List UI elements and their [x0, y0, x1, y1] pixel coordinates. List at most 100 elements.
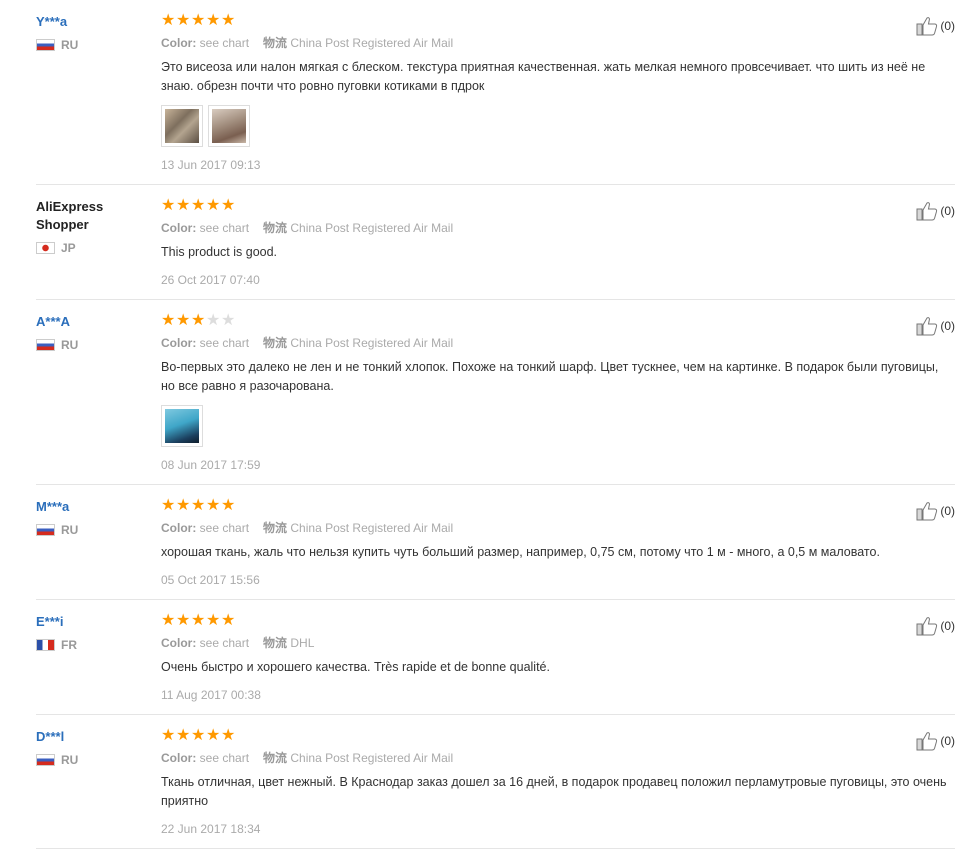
color-value: see chart	[199, 636, 250, 650]
shipping-label: 物流	[263, 221, 288, 235]
star-filled-icon: ★	[221, 612, 236, 629]
buyer-name[interactable]: A***A	[36, 313, 146, 331]
helpful-button[interactable]: (0)	[916, 16, 955, 36]
jp-flag-icon	[36, 242, 55, 254]
color-value: see chart	[199, 36, 250, 50]
helpful-button[interactable]: (0)	[916, 501, 955, 521]
color-label: Color:	[161, 221, 197, 235]
helpful-count: (0)	[940, 619, 955, 633]
thumbs-up-icon	[916, 502, 938, 521]
review-content: ★ ★ ★ ★ ★ Color: see chart 物流 China Post Regis…	[161, 300, 955, 484]
helpful-button[interactable]: (0)	[916, 316, 955, 336]
color-label: Color:	[161, 36, 197, 50]
order-info: Color: see chart 物流 DHL	[161, 634, 955, 652]
color-label: Color:	[161, 636, 197, 650]
helpful-button[interactable]: (0)	[916, 616, 955, 636]
buyer-info: E***i FR	[36, 613, 146, 652]
shipping-label: 物流	[263, 36, 288, 50]
thumbs-up-icon	[916, 732, 938, 751]
buyer-country: JP	[36, 241, 146, 255]
review-photo-thumbnail[interactable]	[161, 105, 203, 147]
star-filled-icon: ★	[206, 497, 221, 514]
buyer-info: M***a RU	[36, 498, 146, 537]
country-code: FR	[61, 638, 77, 652]
ru-flag-icon	[36, 524, 55, 536]
review-photos	[161, 105, 955, 147]
star-filled-icon: ★	[191, 197, 206, 214]
shipping-method: China Post Registered Air Mail	[290, 521, 454, 535]
buyer-info: Y***a RU	[36, 13, 146, 52]
shipping-label: 物流	[263, 636, 288, 650]
star-filled-icon: ★	[161, 497, 176, 514]
shipping-method: China Post Registered Air Mail	[290, 336, 454, 350]
star-filled-icon: ★	[161, 727, 176, 744]
review-item: Y***a RU ★ ★ ★ ★ ★ Color: see chart 物流 China Pos…	[36, 0, 955, 185]
thumbs-up-icon	[916, 317, 938, 336]
star-filled-icon: ★	[176, 727, 191, 744]
thumbs-up-icon	[916, 617, 938, 636]
color-value: see chart	[199, 521, 250, 535]
shipping-label: 物流	[263, 751, 288, 765]
buyer-name[interactable]: E***i	[36, 613, 146, 631]
buyer-country: RU	[36, 38, 146, 52]
buyer-name: AliExpress	[36, 199, 104, 214]
buyer-name: Shopper	[36, 217, 89, 232]
helpful-count: (0)	[940, 204, 955, 218]
country-code: RU	[61, 523, 79, 537]
helpful-button[interactable]: (0)	[916, 201, 955, 221]
color-label: Color:	[161, 521, 197, 535]
shipping-method: China Post Registered Air Mail	[290, 36, 454, 50]
thumbs-up-icon	[916, 202, 938, 221]
star-filled-icon: ★	[161, 312, 176, 329]
star-rating: ★ ★ ★ ★ ★	[161, 727, 955, 745]
review-item: D***l RU ★ ★ ★ ★ ★ Color: see chart 物流 China Pos…	[36, 715, 955, 849]
buyer-name[interactable]: M***a	[36, 498, 146, 516]
star-filled-icon: ★	[191, 12, 206, 29]
star-filled-icon: ★	[221, 197, 236, 214]
fr-flag-icon	[36, 639, 55, 651]
buyer-info: D***l RU	[36, 728, 146, 767]
buyer-info: A***A RU	[36, 313, 146, 352]
star-filled-icon: ★	[161, 12, 176, 29]
review-date: 22 Jun 2017 18:34	[161, 822, 261, 836]
review-content: ★ ★ ★ ★ ★ Color: see chart 物流 China Post Regis…	[161, 485, 955, 599]
order-info: Color: see chart 物流 China Post Registered…	[161, 219, 955, 237]
star-rating: ★ ★ ★ ★ ★	[161, 12, 955, 30]
buyer-name[interactable]: D***l	[36, 728, 146, 746]
review-text: This product is good.	[161, 245, 278, 259]
review-content: ★ ★ ★ ★ ★ Color: see chart 物流 China Post Regis…	[161, 185, 955, 299]
color-value: see chart	[199, 221, 250, 235]
shipping-method: China Post Registered Air Mail	[290, 751, 454, 765]
shipping-method: China Post Registered Air Mail	[290, 221, 454, 235]
star-filled-icon: ★	[161, 612, 176, 629]
review-content: ★ ★ ★ ★ ★ Color: see chart 物流 China Post Regis…	[161, 0, 955, 184]
helpful-button[interactable]: (0)	[916, 731, 955, 751]
review-text: Очень быстро и хорошего качества. Très r…	[161, 660, 550, 674]
star-filled-icon: ★	[176, 12, 191, 29]
review-photo-thumbnail[interactable]	[208, 105, 250, 147]
star-filled-icon: ★	[221, 12, 236, 29]
star-filled-icon: ★	[176, 497, 191, 514]
star-filled-icon: ★	[206, 612, 221, 629]
review-item: M***a RU ★ ★ ★ ★ ★ Color: see chart 物流 China Pos…	[36, 485, 955, 600]
star-rating: ★ ★ ★ ★ ★	[161, 312, 955, 330]
review-photo-thumbnail[interactable]	[161, 405, 203, 447]
shipping-method: DHL	[290, 636, 315, 650]
review-date: 05 Oct 2017 15:56	[161, 573, 260, 587]
star-filled-icon: ★	[206, 197, 221, 214]
shipping-label: 物流	[263, 521, 288, 535]
star-filled-icon: ★	[206, 12, 221, 29]
country-code: RU	[61, 338, 79, 352]
color-label: Color:	[161, 336, 197, 350]
review-list: Y***a RU ★ ★ ★ ★ ★ Color: see chart 物流 China Pos…	[0, 0, 963, 849]
buyer-name[interactable]: Y***a	[36, 13, 146, 31]
country-code: RU	[61, 753, 79, 767]
star-empty-icon: ★	[221, 312, 236, 329]
review-photos	[161, 405, 955, 447]
star-filled-icon: ★	[176, 612, 191, 629]
buyer-country: RU	[36, 523, 146, 537]
buyer-country: FR	[36, 638, 146, 652]
star-filled-icon: ★	[221, 727, 236, 744]
order-info: Color: see chart 物流 China Post Registered…	[161, 34, 955, 52]
ru-flag-icon	[36, 339, 55, 351]
